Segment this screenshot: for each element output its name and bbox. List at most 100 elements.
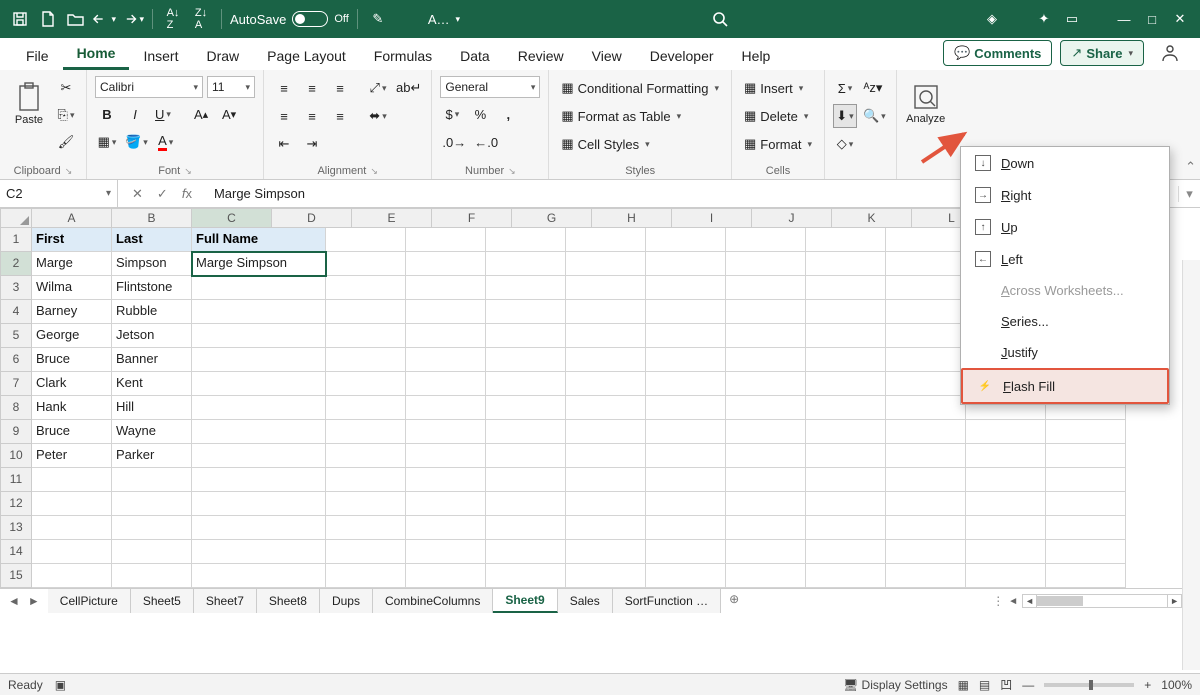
underline-button[interactable]: U▾ [151,102,175,126]
cell[interactable] [726,492,806,516]
cell[interactable] [566,300,646,324]
cell[interactable] [646,228,726,252]
cell[interactable] [566,540,646,564]
cell[interactable] [326,468,406,492]
cell[interactable] [406,300,486,324]
cell[interactable] [1046,516,1126,540]
cell[interactable] [646,276,726,300]
cell[interactable] [406,276,486,300]
cell[interactable] [1046,492,1126,516]
view-pagelayout-button[interactable]: ▤ [979,678,990,692]
tab-file[interactable]: File [12,42,63,70]
col-head[interactable]: I [672,208,752,228]
cell[interactable] [486,300,566,324]
grow-font-button[interactable]: A▴ [189,102,213,126]
sort-asc-button[interactable]: A↓Z [161,7,185,31]
cell[interactable] [646,492,726,516]
cell[interactable] [192,420,326,444]
cell[interactable] [886,276,966,300]
indent-button[interactable]: ⇥ [300,132,324,156]
cell[interactable] [806,276,886,300]
cell[interactable] [886,444,966,468]
cell[interactable] [806,324,886,348]
sort-desc-button[interactable]: Z↓A [189,7,213,31]
cell[interactable] [486,396,566,420]
add-sheet-button[interactable]: ⊕ [721,589,747,613]
cell[interactable] [192,540,326,564]
cell[interactable] [646,348,726,372]
cell[interactable] [726,420,806,444]
col-head[interactable]: E [352,208,432,228]
cell[interactable] [1046,420,1126,444]
orientation-button[interactable]: ⤢▾ [366,76,390,100]
zoom-level[interactable]: 100% [1161,678,1192,692]
col-head[interactable]: F [432,208,512,228]
cell[interactable]: Marge [32,252,112,276]
clear-button[interactable]: ◇▾ [833,132,857,156]
cell[interactable] [966,468,1046,492]
format-painter-icon[interactable]: ✎ [366,7,390,31]
font-color-button[interactable]: A▾ [154,130,178,154]
cell[interactable] [326,540,406,564]
cell[interactable] [566,252,646,276]
autosum-button[interactable]: Σ▾ [833,76,857,100]
align-left-button[interactable]: ≡ [272,104,296,128]
autosave-toggle[interactable]: AutoSave Off [230,11,349,27]
collapse-ribbon-icon[interactable]: ⌃ [1185,159,1196,175]
row-head[interactable]: 9 [0,420,32,444]
col-head[interactable]: C [192,208,272,228]
cell[interactable] [726,444,806,468]
fill-color-button[interactable]: 🪣▾ [123,130,150,154]
sheet-tab[interactable]: Sheet9 [493,589,557,613]
sheet-nav-prev[interactable]: ◄ [8,594,20,608]
cell[interactable]: Kent [112,372,192,396]
cell[interactable] [966,564,1046,588]
cell[interactable] [566,228,646,252]
view-pagebreak-button[interactable]: 凹 [1000,676,1012,693]
cell[interactable] [566,492,646,516]
comma-button[interactable]: , [496,102,520,126]
cell[interactable] [646,540,726,564]
cell[interactable] [406,468,486,492]
cell[interactable] [406,348,486,372]
cell[interactable] [726,564,806,588]
cell[interactable] [326,252,406,276]
cell[interactable] [192,372,326,396]
open-folder-icon[interactable] [64,7,88,31]
cell[interactable] [726,540,806,564]
bold-button[interactable]: B [95,102,119,126]
format-cells-button[interactable]: ▦ Format ▾ [740,132,816,156]
sort-filter-button[interactable]: ᴬz▾ [861,76,885,100]
cell[interactable] [192,468,326,492]
cell[interactable] [966,492,1046,516]
merge-button[interactable]: ⬌▾ [366,104,390,128]
cell[interactable] [112,540,192,564]
cell[interactable] [486,516,566,540]
cell[interactable] [646,444,726,468]
cell[interactable] [646,468,726,492]
hsb-left[interactable]: ◄ [1008,596,1018,607]
cell[interactable] [112,516,192,540]
display-settings-button[interactable]: 🖥 Display Settings [843,678,948,692]
sheet-tab[interactable]: Sheet7 [194,589,257,613]
cell[interactable] [1046,468,1126,492]
sheet-tab[interactable]: Dups [320,589,373,613]
cell[interactable] [566,444,646,468]
cell[interactable] [646,564,726,588]
font-size-combo[interactable]: 11▾ [207,76,255,98]
cell[interactable] [326,324,406,348]
cell[interactable] [806,372,886,396]
cell[interactable]: George [32,324,112,348]
cell[interactable] [646,300,726,324]
cell[interactable]: Last [112,228,192,252]
cell[interactable] [192,324,326,348]
cell[interactable]: Parker [112,444,192,468]
cell[interactable] [726,252,806,276]
font-name-combo[interactable]: Calibri▾ [95,76,203,98]
shrink-font-button[interactable]: A▾ [217,102,241,126]
cell[interactable] [806,348,886,372]
cell[interactable] [406,396,486,420]
fill-left-item[interactable]: ←Left [961,243,1169,275]
find-select-button[interactable]: 🔍▾ [861,104,888,128]
cell[interactable] [886,420,966,444]
